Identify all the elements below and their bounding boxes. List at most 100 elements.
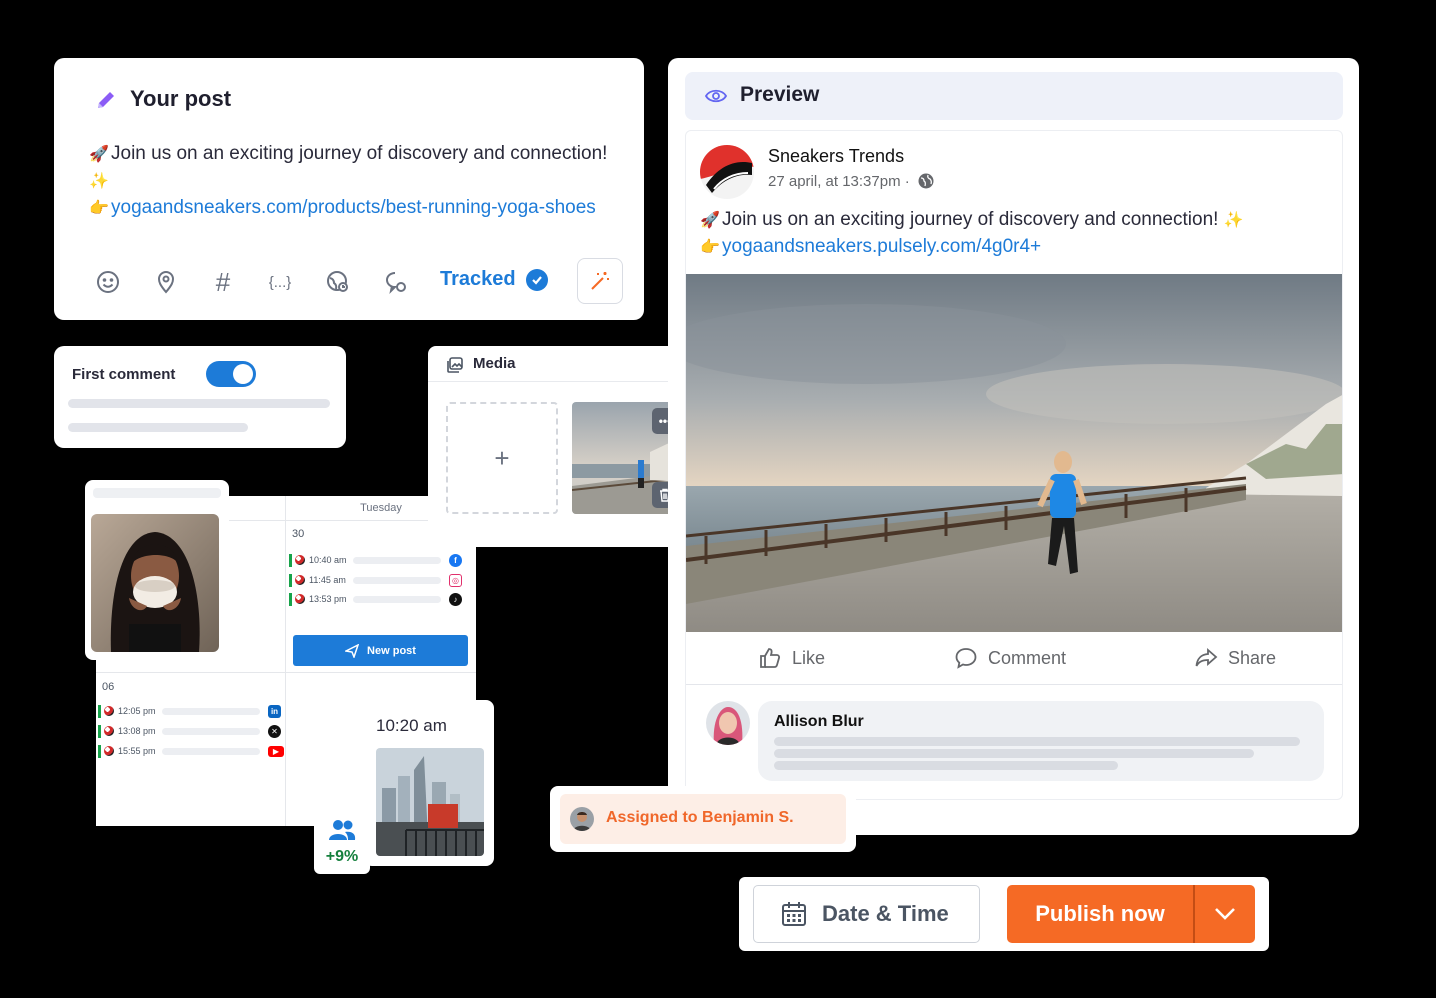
your-post-title: Your post [130,86,232,111]
tracked-label: Tracked [440,268,516,290]
date-time-button[interactable]: Date & Time [753,885,980,943]
facebook-post-preview: Sneakers Trends 27 april, at 13:37pm · 🚀… [685,130,1343,800]
share-icon [1194,646,1218,670]
globe-icon[interactable] [324,268,352,296]
post-meta: 27 april, at 13:37pm · [768,173,934,190]
calendar-date-number: 30 [292,528,305,540]
variables-icon[interactable]: {...} [266,268,294,296]
placeholder-line [774,761,1118,770]
placeholder-line [162,747,260,755]
post-text-editor[interactable]: 🚀 Join us on an exciting journey of disco… [89,141,614,222]
page-name[interactable]: Sneakers Trends [768,146,904,167]
commenter-avatar [706,701,750,745]
publish-options-dropdown[interactable] [1195,885,1255,943]
status-bar [289,553,292,567]
status-bar [98,724,101,738]
first-comment-toggle[interactable] [206,361,256,387]
post-link[interactable]: yogaandsneakers.com/products/best-runnin… [111,197,596,218]
plus-icon: + [494,442,510,473]
publish-now-button[interactable]: Publish now [1007,885,1193,943]
calendar-post-row[interactable]: 12:05 pm in [98,704,281,718]
first-comment-card: First comment [54,346,346,448]
post-text: Join us on an exciting journey of discov… [722,209,1219,230]
assignment-badge[interactable]: Assigned to Benjamin S. [560,794,846,844]
check-circle-icon [525,268,548,291]
placeholder-line [774,737,1300,746]
tiktok-icon: ♪ [449,592,462,606]
share-label: Share [1228,647,1277,668]
pointing-hand-icon: 👉 [700,239,720,256]
growth-value: +9% [325,848,359,865]
post-date: 27 april, at 13:37pm · [768,173,910,190]
page-avatar [700,145,754,199]
avatar [104,746,114,756]
calendar-column-divider [285,496,286,826]
comment-button[interactable]: Comment [954,646,1066,670]
city-skyline-image [376,748,484,856]
post-text: Join us on an exciting journey of discov… [111,143,608,164]
calendar-post-row[interactable]: 11:45 am ◎ [289,573,462,587]
rocket-icon: 🚀 [89,146,109,163]
users-icon [328,818,356,842]
post-time: 10:40 am [309,555,347,565]
calendar-post-row[interactable]: 15:55 pm ▶ [98,744,284,758]
avatar [295,555,305,565]
placeholder-line [353,576,441,584]
post-link[interactable]: yogaandsneakers.pulsely.com/4g0r4+ [722,236,1041,257]
post-time: 15:55 pm [118,746,156,756]
like-button[interactable]: Like [758,646,825,670]
sparkle-icon: ✨ [1223,212,1244,229]
assignee-avatar [570,807,594,831]
send-icon [345,643,360,658]
calendar-post-row[interactable]: 13:08 pm ✕ [98,724,281,738]
like-label: Like [792,647,826,668]
avatar [104,726,114,736]
calendar-post-row[interactable]: 13:53 pm ♪ [289,592,462,606]
calendar-post-row[interactable]: 10:40 am f [289,553,462,567]
smiley-icon[interactable] [94,268,122,296]
your-post-card: Your post 🚀 Join us on an exciting journe… [54,58,644,320]
chat-icon[interactable] [382,268,410,296]
x-icon: ✕ [268,724,281,738]
placeholder-line [353,556,441,564]
hashtag-icon[interactable]: # [209,267,237,297]
placeholder-line [162,707,260,715]
thumbs-up-icon [758,646,782,670]
commenter-name[interactable]: Allison Blur [774,713,864,731]
post-time: 11:45 am [309,575,346,585]
scheduled-post-card[interactable]: 10:20 am [364,700,494,866]
placeholder-line [774,749,1254,758]
calendar-row-divider [96,672,476,673]
image-post-card[interactable] [85,480,229,660]
publish-now-label: Publish now [1035,901,1165,926]
placeholder-line [93,488,221,498]
status-bar [98,744,101,758]
comment-bubble: Allison Blur [758,701,1324,781]
magic-wand-button[interactable] [577,258,623,304]
tracked-toggle[interactable]: Tracked [440,268,548,291]
avatar [295,575,305,585]
post-toolbar: # {...} Tracked [94,258,629,304]
eye-icon [705,86,727,106]
share-button[interactable]: Share [1194,646,1276,670]
status-bar [98,704,101,718]
media-title: Media [473,355,516,372]
avatar [295,594,305,604]
post-time: 13:53 pm [309,594,347,604]
add-media-button[interactable]: + [446,402,558,514]
runner-on-promenade-image [686,274,1342,632]
new-post-label: New post [367,644,416,657]
audience-growth-card: +9% [314,810,370,874]
rocket-icon: 🚀 [700,212,720,229]
comment-label: Comment [988,647,1067,668]
pointing-hand-icon: 👉 [89,200,109,217]
post-time: 12:05 pm [118,706,156,716]
new-post-button[interactable]: New post [293,635,468,666]
status-bar [289,592,292,606]
assignment-card: Assigned to Benjamin S. [550,786,856,852]
first-comment-label: First comment [72,366,176,383]
globe-icon [918,173,934,189]
placeholder-line [68,423,248,432]
location-pin-icon[interactable] [152,268,180,296]
youtube-icon: ▶ [268,745,284,757]
